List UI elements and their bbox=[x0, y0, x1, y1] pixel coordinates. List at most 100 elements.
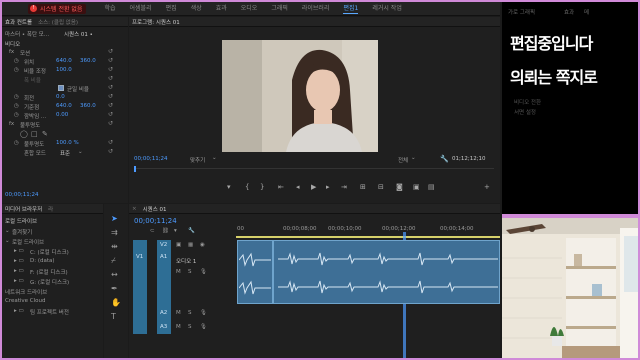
pen-tool-icon[interactable]: ✒ bbox=[111, 284, 118, 293]
chevron-down-icon[interactable]: ⌄ bbox=[5, 238, 10, 244]
compare-icon[interactable]: ▣ bbox=[413, 183, 420, 191]
close-icon[interactable]: × bbox=[132, 206, 137, 212]
menu-learn[interactable]: 학습 bbox=[104, 3, 115, 14]
overwrite-icon[interactable]: ⊟ bbox=[378, 183, 384, 191]
sequence-label[interactable]: 시퀀스 01 • bbox=[64, 30, 93, 38]
mask-ellipse-icon[interactable]: ◯ bbox=[20, 130, 28, 138]
reset-icon[interactable]: ↺ bbox=[108, 48, 113, 55]
menu-audio[interactable]: 오디오 bbox=[241, 3, 258, 14]
go-to-in-icon[interactable]: ⇤ bbox=[278, 183, 284, 191]
type-tool-icon[interactable]: T bbox=[111, 312, 116, 321]
drive-f-item[interactable]: F: (로컬 디스크) bbox=[30, 268, 68, 276]
add-button-icon[interactable]: + bbox=[484, 183, 490, 191]
sync-lock-icon[interactable]: ▦ bbox=[188, 242, 193, 248]
drive-d-item[interactable]: D: (data) bbox=[30, 258, 55, 264]
chevron-down-icon[interactable]: ⌄ bbox=[5, 228, 10, 234]
flicker-value[interactable]: 0.00 bbox=[56, 112, 68, 118]
mute-button[interactable]: M bbox=[176, 269, 181, 275]
blend-mode-select[interactable]: 표준 bbox=[60, 149, 70, 157]
tab-source[interactable]: 소스: (클립 없음) bbox=[38, 18, 78, 26]
stopwatch-icon[interactable]: ◷ bbox=[14, 140, 19, 146]
timeline-timecode[interactable]: 00;00;11;24 bbox=[134, 217, 177, 225]
hand-tool-icon[interactable]: ✋ bbox=[111, 298, 121, 307]
step-forward-icon[interactable]: ▸ bbox=[326, 183, 330, 191]
record-indicator[interactable]: ! 시스템 전환 없음 bbox=[28, 3, 87, 14]
tab-library[interactable]: 라 bbox=[48, 205, 53, 213]
solo-button[interactable]: S bbox=[188, 269, 192, 275]
tab-media-browser[interactable]: 미디어 브라우저 bbox=[5, 205, 42, 213]
menu-graphics[interactable]: 그래픽 bbox=[271, 3, 288, 14]
uniform-scale-checkbox[interactable] bbox=[58, 85, 64, 91]
reset-icon[interactable]: ↺ bbox=[108, 120, 113, 127]
mask-rect-icon[interactable]: □ bbox=[31, 130, 38, 138]
solo-button[interactable]: S bbox=[188, 310, 192, 316]
lock-icon[interactable]: ▣ bbox=[176, 242, 181, 248]
voice-over-icon[interactable]: 🎙 bbox=[200, 324, 207, 330]
timeline-title[interactable]: 시퀀스 01 bbox=[143, 205, 167, 213]
position-y[interactable]: 360.0 bbox=[80, 58, 96, 64]
reset-icon[interactable]: ↺ bbox=[108, 66, 113, 73]
chevron-down-icon[interactable]: ⌄ bbox=[212, 155, 217, 161]
stopwatch-icon[interactable]: ◷ bbox=[14, 58, 19, 64]
snap-icon[interactable]: ⊂ bbox=[150, 228, 155, 234]
ripple-edit-icon[interactable]: ⇹ bbox=[111, 242, 118, 251]
slip-tool-icon[interactable]: ↔ bbox=[111, 270, 118, 279]
reset-icon[interactable]: ↺ bbox=[108, 75, 113, 82]
menu-edit1[interactable]: 편집1 bbox=[343, 3, 358, 14]
program-title[interactable]: 프로그램: 시퀀스 01 bbox=[132, 18, 180, 26]
rotation-value[interactable]: 0.0 bbox=[56, 94, 65, 100]
menu-assembly[interactable]: 어셈블리 bbox=[130, 3, 152, 14]
stopwatch-icon[interactable]: ◷ bbox=[14, 112, 19, 118]
stopwatch-icon[interactable]: ◷ bbox=[14, 103, 19, 109]
mute-button[interactable]: M bbox=[176, 324, 181, 330]
location-select[interactable]: 로컬 드라이브 bbox=[5, 217, 37, 225]
wrench-icon[interactable]: 🔧 bbox=[188, 228, 195, 234]
creative-cloud-item[interactable]: Creative Cloud bbox=[5, 298, 46, 304]
add-marker-icon[interactable]: ▾ bbox=[174, 228, 177, 234]
network-drive-item[interactable]: 네트워크 드라이브 bbox=[5, 288, 47, 296]
favorites-item[interactable]: 즐겨찾기 bbox=[12, 228, 32, 236]
fit-select[interactable]: 맞추기 bbox=[190, 156, 205, 164]
stopwatch-icon[interactable]: ◷ bbox=[14, 94, 19, 100]
mute-button[interactable]: M bbox=[176, 310, 181, 316]
track-select-icon[interactable]: ⇉ bbox=[111, 228, 118, 237]
reset-icon[interactable]: ↺ bbox=[108, 148, 113, 155]
reset-icon[interactable]: ↺ bbox=[108, 93, 113, 100]
drive-c-item[interactable]: C: (로컬 디스크) bbox=[30, 248, 69, 256]
drive-g-item[interactable]: G: (로컬 디스크) bbox=[30, 278, 69, 286]
chevron-down-icon[interactable]: ⌄ bbox=[411, 155, 416, 161]
chevron-down-icon[interactable]: ⌄ bbox=[78, 149, 83, 155]
scale-value[interactable]: 100.0 bbox=[56, 67, 72, 73]
master-label[interactable]: 마스터 • 폭탄 모... bbox=[5, 30, 49, 38]
menu-edit[interactable]: 편집 bbox=[166, 3, 177, 14]
program-video-frame[interactable] bbox=[222, 40, 378, 152]
play-icon[interactable]: ▶ bbox=[311, 183, 316, 191]
tab-effect-controls[interactable]: 효과 컨트롤 bbox=[5, 18, 32, 26]
insert-icon[interactable]: ⊞ bbox=[360, 183, 366, 191]
motion-label[interactable]: 모션 bbox=[20, 49, 30, 57]
reset-icon[interactable]: ↺ bbox=[108, 111, 113, 118]
eye-icon[interactable]: ◉ bbox=[200, 242, 205, 248]
reset-icon[interactable]: ↺ bbox=[108, 57, 113, 64]
anchor-y[interactable]: 360.0 bbox=[80, 103, 96, 109]
step-back-icon[interactable]: ◂ bbox=[296, 183, 300, 191]
opacity-value[interactable]: 100.0 % bbox=[56, 140, 79, 146]
reset-icon[interactable]: ↺ bbox=[108, 139, 113, 146]
reset-icon[interactable]: ↺ bbox=[108, 102, 113, 109]
marker-icon[interactable]: ▾ bbox=[227, 183, 231, 191]
program-playhead[interactable] bbox=[134, 166, 136, 172]
menu-color[interactable]: 색상 bbox=[191, 3, 202, 14]
voice-over-icon[interactable]: 🎙 bbox=[200, 310, 207, 316]
position-x[interactable]: 640.0 bbox=[56, 58, 72, 64]
wrench-icon[interactable]: 🔧 bbox=[440, 155, 449, 163]
work-area-bar[interactable] bbox=[236, 236, 500, 238]
quality-select[interactable]: 전체 bbox=[398, 156, 408, 164]
local-drive-item[interactable]: 로컬 드라이브 bbox=[12, 238, 44, 246]
selection-tool-icon[interactable]: ➤ bbox=[111, 214, 118, 223]
camera-icon[interactable]: ◙ bbox=[396, 183, 403, 191]
voice-over-icon[interactable]: 🎙 bbox=[200, 269, 207, 275]
anchor-x[interactable]: 640.0 bbox=[56, 103, 72, 109]
audio-clip-main[interactable] bbox=[273, 240, 500, 304]
menu-libraries[interactable]: 라이브러리 bbox=[302, 3, 330, 14]
linked-selection-icon[interactable]: ⛓ bbox=[162, 228, 169, 234]
